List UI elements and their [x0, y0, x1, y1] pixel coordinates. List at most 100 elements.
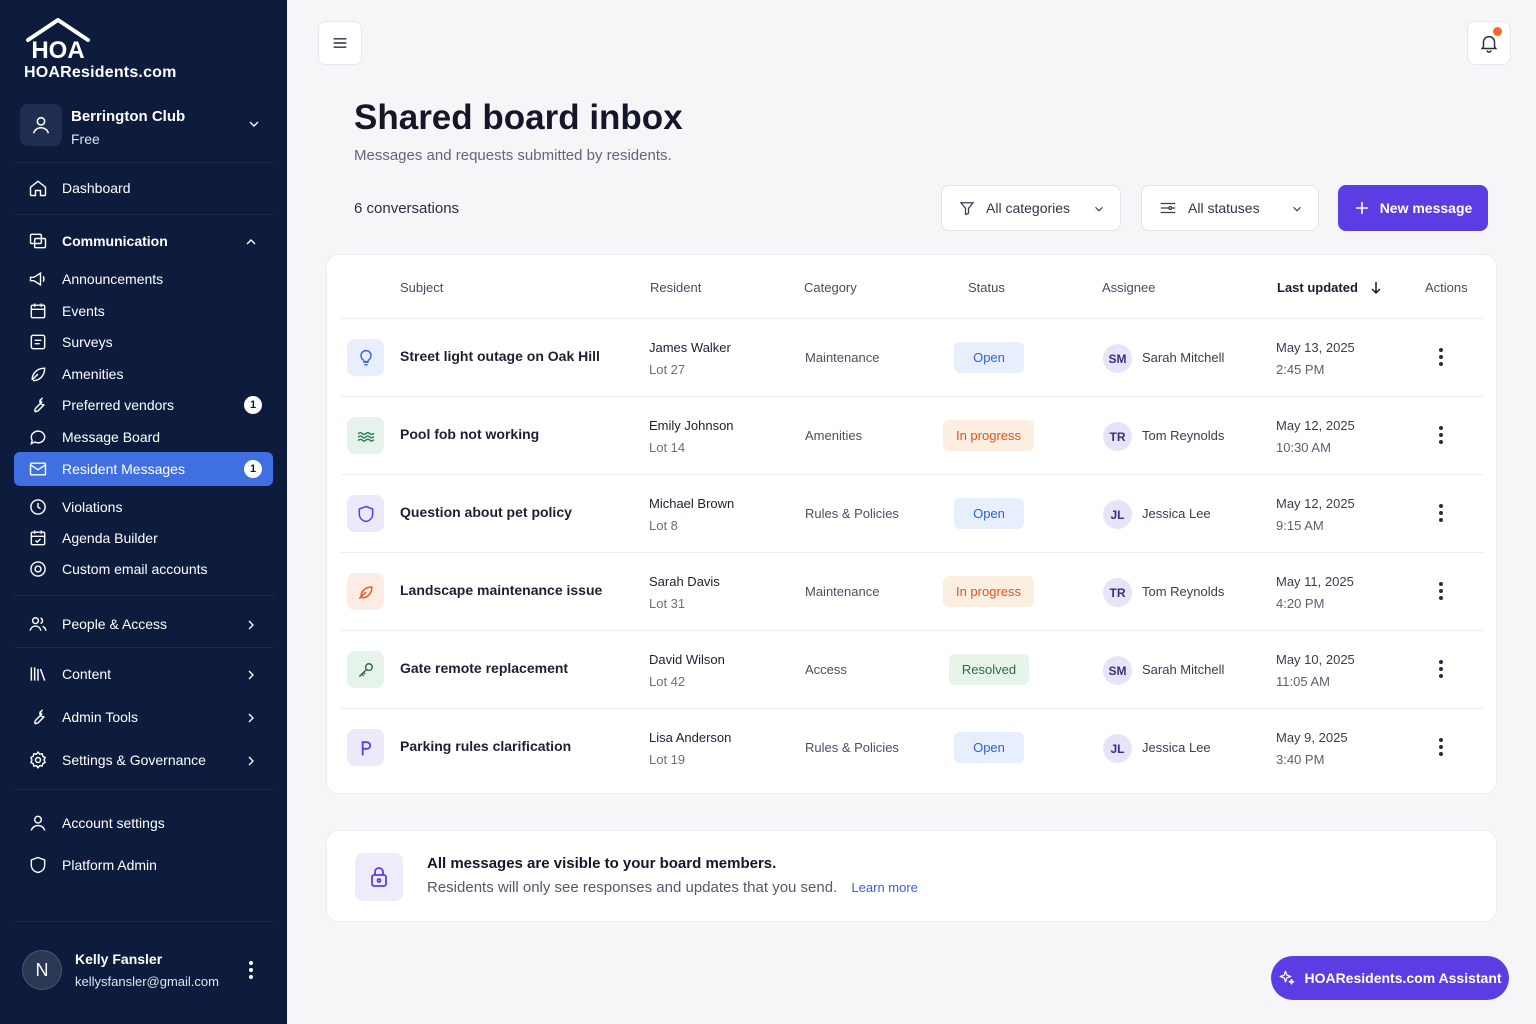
sidebar-item-announcements[interactable]: Announcements: [14, 262, 273, 296]
info-text: Residents will only see responses and up…: [427, 879, 918, 896]
row-assignee: Sarah Mitchell: [1142, 350, 1225, 365]
row-assignee: Jessica Lee: [1142, 506, 1211, 521]
visibility-info-card: All messages are visible to your board m…: [326, 830, 1497, 922]
row-resident-name: Sarah Davis: [649, 574, 720, 589]
sidebar-item-account-settings[interactable]: Account settings: [14, 806, 273, 840]
conversations-table: Subject Resident Category Status Assigne…: [326, 254, 1497, 794]
menu-toggle-button[interactable]: [318, 21, 362, 65]
row-resident-name: James Walker: [649, 340, 731, 355]
mail-icon: [29, 462, 47, 476]
user-icon: [30, 815, 46, 831]
more-vertical-icon[interactable]: [1437, 581, 1445, 601]
chevron-right-icon: [248, 670, 254, 680]
row-category: Amenities: [805, 428, 863, 443]
row-subject[interactable]: Parking rules clarification: [400, 738, 571, 754]
more-vertical-icon[interactable]: [1437, 347, 1445, 367]
sidebar-section-settings-governance[interactable]: Settings & Governance: [14, 743, 273, 777]
row-subject[interactable]: Question about pet policy: [400, 504, 572, 520]
row-assignee: Jessica Lee: [1142, 740, 1211, 755]
row-subject[interactable]: Pool fob not working: [400, 426, 539, 442]
sidebar-item-label: Communication: [62, 233, 168, 249]
assignee-avatar: TR: [1103, 422, 1132, 451]
assistant-label: HOAResidents.com Assistant: [1304, 970, 1502, 986]
table-row[interactable]: Pool fob not working Emily Johnson Lot 1…: [341, 396, 1484, 474]
sidebar-item-dashboard[interactable]: Dashboard: [14, 171, 273, 205]
column-header-label: Last updated: [1277, 280, 1358, 295]
sidebar-section-people-access[interactable]: People & Access: [14, 607, 273, 641]
more-vertical-icon[interactable]: [1437, 503, 1445, 523]
row-icon-wrap: [347, 573, 384, 610]
column-header-category[interactable]: Category: [804, 280, 857, 295]
assignee-avatar: TR: [1103, 578, 1132, 607]
info-title: All messages are visible to your board m…: [427, 855, 777, 872]
learn-more-link[interactable]: Learn more: [851, 880, 917, 895]
more-vertical-icon[interactable]: [1437, 425, 1445, 445]
chat-windows-icon: [29, 233, 47, 249]
table-row[interactable]: Question about pet policy Michael Brown …: [341, 474, 1484, 552]
column-header-resident[interactable]: Resident: [650, 280, 701, 295]
brand-logo[interactable]: HOA HOAResidents.com: [22, 18, 222, 84]
more-vertical-icon[interactable]: [1437, 737, 1445, 757]
table-row[interactable]: Landscape maintenance issue Sarah Davis …: [341, 552, 1484, 630]
row-resident-lot: Lot 8: [649, 518, 678, 533]
org-name: Berrington Club: [71, 108, 186, 125]
column-header-subject[interactable]: Subject: [400, 280, 443, 295]
org-plan: Free: [71, 131, 100, 147]
category-filter-dropdown[interactable]: All categories: [941, 185, 1121, 231]
row-updated-time: 10:30 AM: [1276, 440, 1331, 455]
more-vertical-icon[interactable]: [247, 960, 255, 980]
row-updated-date: May 12, 2025: [1276, 496, 1355, 511]
column-header-last-updated[interactable]: Last updated: [1277, 280, 1382, 295]
shield-icon: [358, 505, 373, 522]
more-vertical-icon[interactable]: [1437, 659, 1445, 679]
status-badge: In progress: [943, 576, 1034, 607]
sidebar-item-events[interactable]: Events: [14, 294, 273, 328]
sidebar-item-platform-admin[interactable]: Platform Admin: [14, 848, 273, 882]
sidebar-item-amenities[interactable]: Amenities: [14, 357, 273, 391]
status-badge: Open: [954, 498, 1024, 529]
table-row[interactable]: Gate remote replacement David Wilson Lot…: [341, 630, 1484, 708]
count-badge: 1: [244, 396, 262, 414]
sidebar: HOA HOAResidents.com Berrington Club Fre…: [0, 0, 287, 1024]
plus-icon: [1355, 201, 1368, 215]
table-row[interactable]: Parking rules clarification Lisa Anderso…: [341, 708, 1484, 786]
row-subject[interactable]: Landscape maintenance issue: [400, 582, 602, 598]
assignee-avatar: JL: [1103, 500, 1132, 529]
org-switcher[interactable]: Berrington Club Free: [20, 104, 270, 148]
row-resident-lot: Lot 27: [649, 362, 686, 377]
sidebar-item-resident-messages[interactable]: Resident Messages 1: [14, 452, 273, 486]
sidebar-item-agenda-builder[interactable]: Agenda Builder: [14, 521, 273, 555]
row-category: Rules & Policies: [805, 506, 899, 521]
divider: [14, 921, 274, 922]
sidebar-item-surveys[interactable]: Surveys: [14, 325, 273, 359]
column-header-status[interactable]: Status: [968, 280, 1005, 295]
new-message-button[interactable]: New message: [1338, 185, 1488, 231]
sidebar-section-communication[interactable]: Communication: [14, 224, 273, 258]
sidebar-item-label: Custom email accounts: [62, 561, 208, 577]
assistant-button[interactable]: HOAResidents.com Assistant: [1271, 956, 1509, 1000]
status-badge: Open: [954, 732, 1024, 763]
user-icon: [32, 116, 50, 134]
sidebar-item-violations[interactable]: Violations: [14, 490, 273, 524]
user-profile[interactable]: N Kelly Fansler kellysfansler@gmail.com: [22, 948, 272, 996]
row-resident-lot: Lot 42: [649, 674, 686, 689]
wrench-icon: [33, 397, 45, 413]
calendar-icon: [30, 303, 46, 319]
row-icon-wrap: [347, 417, 384, 454]
row-resident-lot: Lot 14: [649, 440, 686, 455]
conversation-count: 6 conversations: [354, 200, 460, 217]
row-subject[interactable]: Street light outage on Oak Hill: [400, 348, 600, 364]
sparkles-icon: [1280, 970, 1295, 985]
sidebar-item-preferred-vendors[interactable]: Preferred vendors 1: [14, 388, 273, 422]
notifications-button[interactable]: [1467, 21, 1511, 65]
sidebar-section-content[interactable]: Content: [14, 657, 273, 691]
sidebar-item-message-board[interactable]: Message Board: [14, 420, 273, 454]
sidebar-section-admin-tools[interactable]: Admin Tools: [14, 700, 273, 734]
table-row[interactable]: Street light outage on Oak Hill James Wa…: [341, 318, 1484, 396]
home-icon: [29, 180, 47, 197]
column-header-assignee[interactable]: Assignee: [1102, 280, 1155, 295]
sidebar-item-custom-email-accounts[interactable]: Custom email accounts: [14, 552, 273, 586]
status-filter-dropdown[interactable]: All statuses: [1141, 185, 1319, 231]
row-subject[interactable]: Gate remote replacement: [400, 660, 568, 676]
row-icon-wrap: [347, 495, 384, 532]
